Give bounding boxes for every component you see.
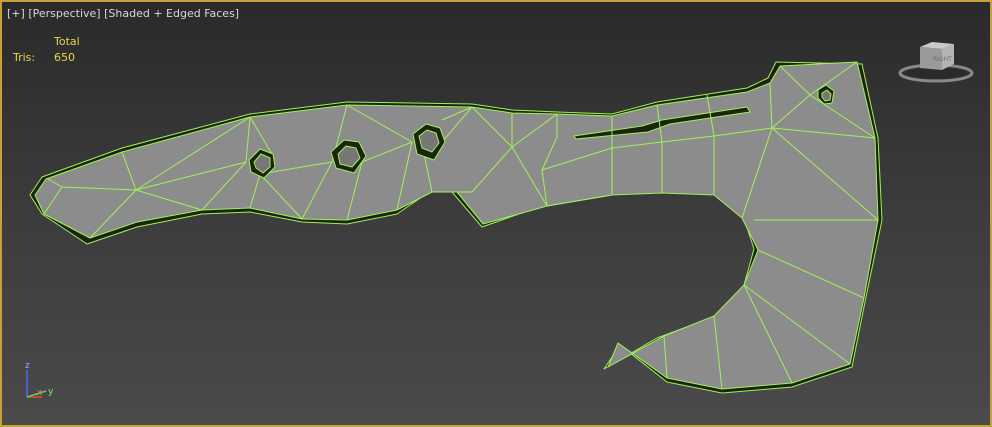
axis-gizmo: z x y <box>25 361 54 398</box>
axe-mesh[interactable] <box>29 61 883 394</box>
viewport[interactable]: [+] [Perspective] [Shaded + Edged Faces]… <box>0 0 992 427</box>
mesh-canvas[interactable]: RIGHT z x y <box>2 2 990 425</box>
viewcube[interactable]: RIGHT <box>898 42 974 83</box>
x-axis-label: x <box>37 388 43 398</box>
z-axis-label: z <box>25 361 30 371</box>
y-axis-label: y <box>48 387 54 397</box>
viewcube-face-label: RIGHT <box>933 56 952 63</box>
mesh-top-face <box>34 61 879 390</box>
